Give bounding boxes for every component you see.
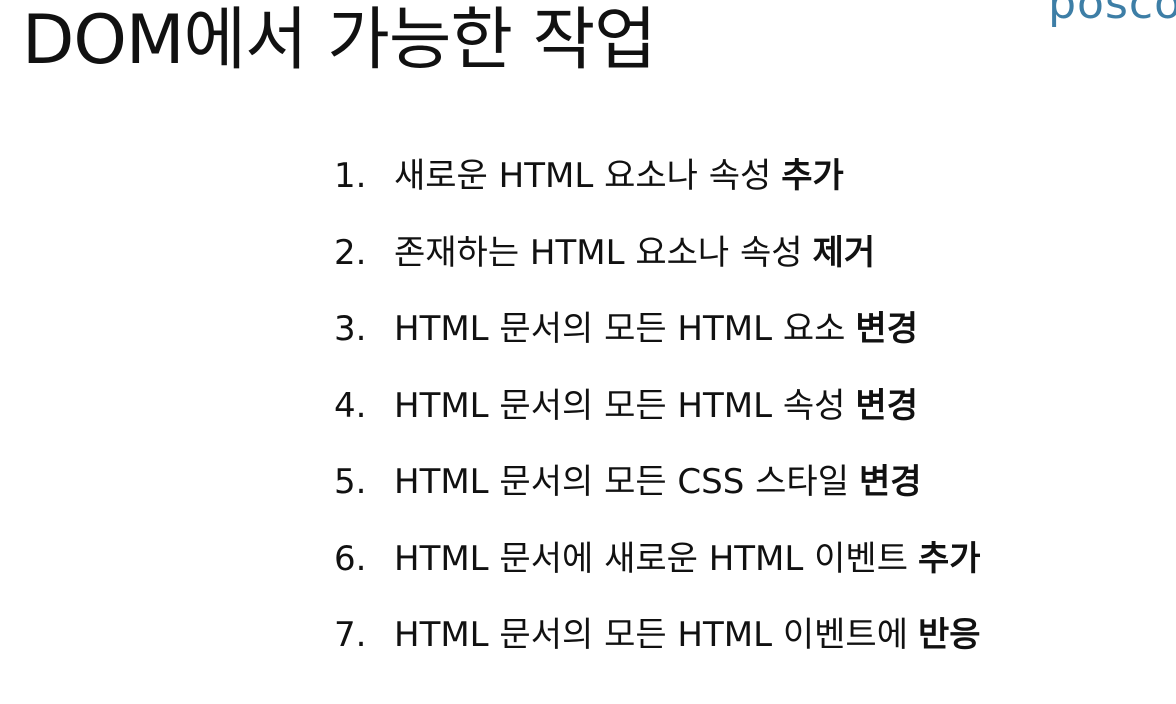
list-item-number: 4. xyxy=(334,385,367,426)
list-item-text: HTML 문서에 새로운 HTML 이벤트 xyxy=(394,538,908,579)
list-item-text: HTML 문서의 모든 HTML 속성 xyxy=(394,385,846,426)
list-item-emphasis: 반응 xyxy=(917,615,981,656)
list-item-number: 6. xyxy=(334,538,367,579)
list-item-number: 7. xyxy=(334,615,367,656)
list-item-number: 5. xyxy=(334,462,367,503)
list-item-text: HTML 문서의 모든 CSS 스타일 xyxy=(394,462,849,503)
list-item-emphasis: 추가 xyxy=(781,156,844,197)
list-item: 3. HTML 문서의 모든 HTML 요소 변경 xyxy=(334,291,981,368)
list-item-text: 존재하는 HTML 요소나 속성 xyxy=(394,232,803,273)
operation-list: 1. 새로운 HTML 요소나 속성 추가 2. 존재하는 HTML 요소나 속… xyxy=(334,138,981,674)
list-item: 1. 새로운 HTML 요소나 속성 추가 xyxy=(334,138,981,215)
list-item-number: 1. xyxy=(334,156,367,197)
list-item-emphasis: 변경 xyxy=(859,462,922,503)
list-item-emphasis: 변경 xyxy=(855,309,918,350)
list-item: 6. HTML 문서에 새로운 HTML 이벤트 추가 xyxy=(334,521,981,598)
list-item: 5. HTML 문서의 모든 CSS 스타일 변경 xyxy=(334,444,981,521)
list-item: 2. 존재하는 HTML 요소나 속성 제거 xyxy=(334,215,981,292)
posco-logo: posco xyxy=(1048,0,1176,29)
list-item-emphasis: 제거 xyxy=(812,232,876,273)
list-item: 7. HTML 문서의 모든 HTML 이벤트에 반응 xyxy=(334,597,981,674)
slide-title: DOM에서 가능한 작업 xyxy=(22,1,657,80)
list-item-emphasis: 변경 xyxy=(855,385,918,426)
list-item-text: HTML 문서의 모든 HTML 이벤트에 xyxy=(394,615,908,656)
list-item: 4. HTML 문서의 모든 HTML 속성 변경 xyxy=(334,368,981,445)
list-item-emphasis: 추가 xyxy=(917,538,981,579)
list-item-number: 3. xyxy=(334,309,367,350)
list-item-text: HTML 문서의 모든 HTML 요소 xyxy=(394,309,846,350)
list-item-text: 새로운 HTML 요소나 속성 xyxy=(394,156,772,197)
list-item-number: 2. xyxy=(334,232,367,273)
